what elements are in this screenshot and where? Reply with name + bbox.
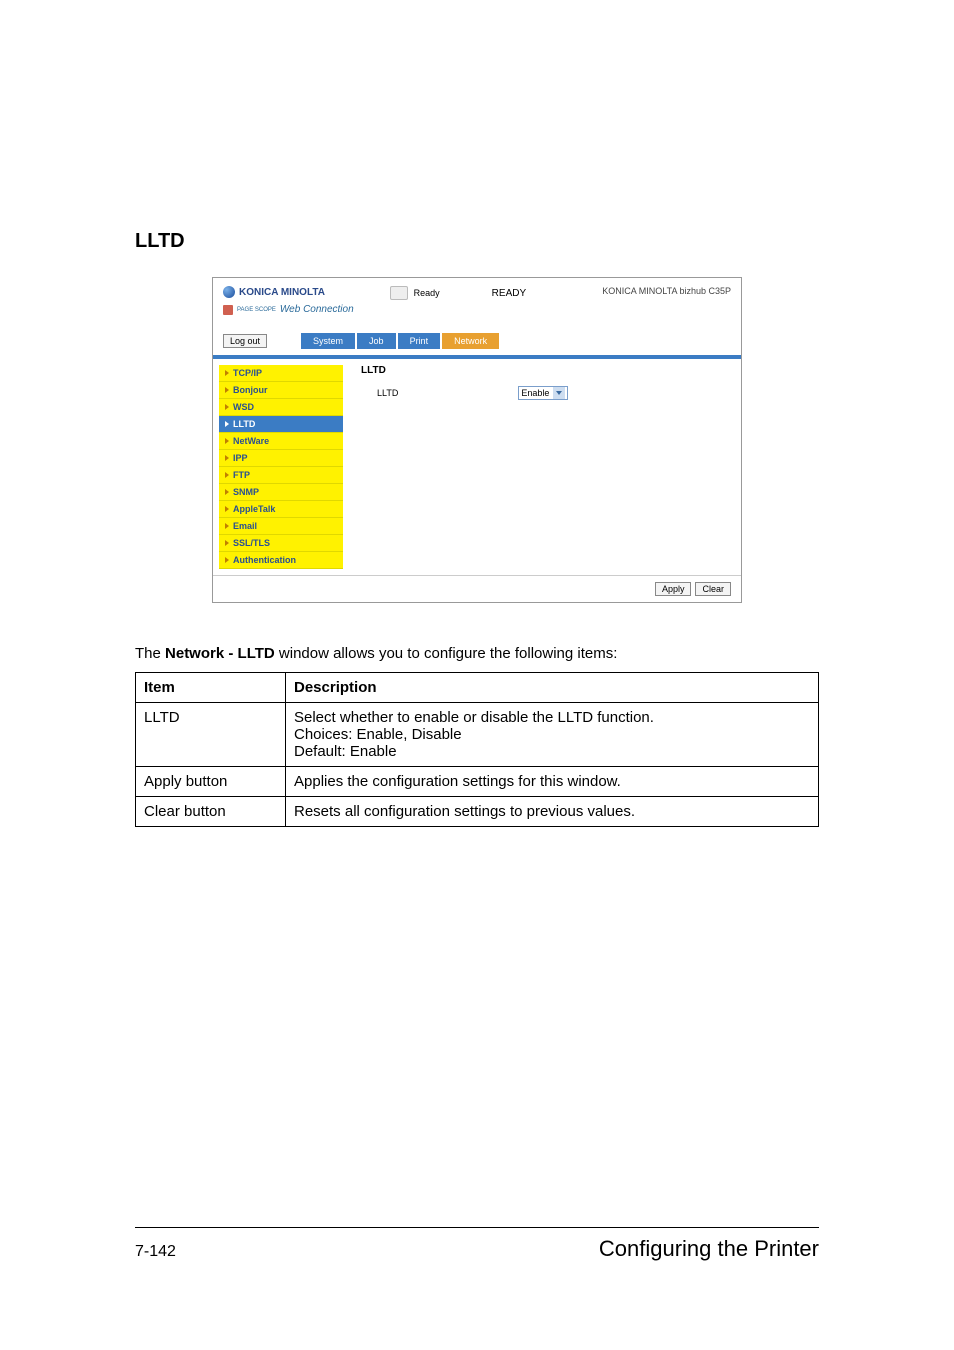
sidebar-item-label: SNMP [233, 487, 259, 497]
lead-bold: Network - LLTD [165, 645, 275, 662]
sidebar-item-ftp[interactable]: FTP [219, 467, 343, 484]
sidebar-item-label: Email [233, 521, 257, 531]
sidebar-item-authentication[interactable]: Authentication [219, 552, 343, 569]
content-row: LLTD Enable [361, 382, 729, 400]
tab-system[interactable]: System [301, 333, 355, 349]
chevron-right-icon [225, 523, 229, 529]
sidebar-item-label: SSL/TLS [233, 538, 270, 548]
ss-header-left: KONICA MINOLTA PAGE SCOPE Web Connection [223, 286, 354, 315]
table-row: LLTD Select whether to enable or disable… [136, 703, 819, 767]
content-title: LLTD [361, 365, 729, 376]
apply-button[interactable]: Apply [655, 582, 692, 596]
brand-logo: KONICA MINOLTA [223, 286, 354, 298]
chevron-right-icon [225, 455, 229, 461]
ss-footer: Apply Clear [213, 575, 741, 602]
chevron-right-icon [225, 472, 229, 478]
table-row: Clear button Resets all configuration se… [136, 797, 819, 827]
dropdown-button[interactable] [553, 387, 565, 399]
ss-body: TCP/IP Bonjour WSD LLTD NetWare IPP FTP … [213, 359, 741, 575]
cell-desc: Select whether to enable or disable the … [286, 703, 819, 767]
tabs: System Job Print Network [301, 333, 499, 349]
sidebar-item-label: LLTD [233, 419, 255, 429]
logout-row: Log out System Job Print Network [213, 333, 741, 355]
pagescope-logo: PAGE SCOPE Web Connection [223, 304, 354, 315]
tab-print[interactable]: Print [398, 333, 441, 349]
pagescope-icon [223, 305, 233, 315]
chevron-right-icon [225, 387, 229, 393]
chevron-right-icon [225, 404, 229, 410]
sidebar-item-wsd[interactable]: WSD [219, 399, 343, 416]
chevron-right-icon [225, 438, 229, 444]
cell-item: Apply button [136, 767, 286, 797]
table-row: Apply button Applies the configuration s… [136, 767, 819, 797]
lead-before: The [135, 645, 165, 662]
table-header-row: Item Description [136, 673, 819, 703]
ss-header-mid: Ready READY [390, 286, 526, 300]
content-panel: LLTD LLTD Enable [349, 359, 741, 575]
sidebar-item-tcpip[interactable]: TCP/IP [219, 365, 343, 382]
section-title: LLTD [135, 230, 819, 253]
cell-item: Clear button [136, 797, 286, 827]
sidebar-item-netware[interactable]: NetWare [219, 433, 343, 450]
chevron-down-icon [556, 391, 562, 395]
status-small: Ready [414, 288, 440, 298]
model-text: KONICA MINOLTA bizhub C35P [602, 286, 731, 296]
select-value: Enable [521, 388, 549, 398]
page-number: 7-142 [135, 1243, 176, 1261]
sidebar: TCP/IP Bonjour WSD LLTD NetWare IPP FTP … [213, 359, 349, 575]
tab-job[interactable]: Job [357, 333, 396, 349]
ss-header: KONICA MINOLTA PAGE SCOPE Web Connection… [213, 278, 741, 333]
head-desc: Description [286, 673, 819, 703]
clear-button[interactable]: Clear [695, 582, 731, 596]
spec-table: Item Description LLTD Select whether to … [135, 672, 819, 827]
sidebar-item-label: WSD [233, 402, 254, 412]
sidebar-item-ipp[interactable]: IPP [219, 450, 343, 467]
lead-after: window allows you to configure the follo… [275, 645, 618, 662]
sidebar-item-label: TCP/IP [233, 368, 262, 378]
sidebar-item-label: IPP [233, 453, 248, 463]
tab-network[interactable]: Network [442, 333, 499, 349]
pagescope-text: Web Connection [280, 304, 354, 315]
printer-icon [390, 286, 408, 300]
row-label: LLTD [377, 388, 398, 398]
chevron-right-icon [225, 370, 229, 376]
pagescope-prefix: PAGE SCOPE [237, 307, 276, 313]
chevron-right-icon [225, 506, 229, 512]
logout-button[interactable]: Log out [223, 334, 267, 348]
sidebar-item-appletalk[interactable]: AppleTalk [219, 501, 343, 518]
sidebar-item-label: AppleTalk [233, 504, 275, 514]
page-footer: 7-142 Configuring the Printer [135, 1227, 819, 1262]
sidebar-item-label: Bonjour [233, 385, 268, 395]
embedded-screenshot: KONICA MINOLTA PAGE SCOPE Web Connection… [212, 277, 742, 603]
footer-title: Configuring the Printer [599, 1236, 819, 1262]
chevron-right-icon [225, 540, 229, 546]
brand-text: KONICA MINOLTA [239, 287, 325, 298]
sidebar-item-bonjour[interactable]: Bonjour [219, 382, 343, 399]
head-item: Item [136, 673, 286, 703]
lead-text: The Network - LLTD window allows you to … [135, 645, 819, 662]
sidebar-item-snmp[interactable]: SNMP [219, 484, 343, 501]
chevron-right-icon [225, 489, 229, 495]
sidebar-item-lltd[interactable]: LLTD [219, 416, 343, 433]
sidebar-item-label: FTP [233, 470, 250, 480]
lltd-select[interactable]: Enable [518, 386, 568, 400]
sidebar-item-label: Authentication [233, 555, 296, 565]
sidebar-item-email[interactable]: Email [219, 518, 343, 535]
cell-desc: Resets all configuration settings to pre… [286, 797, 819, 827]
cell-item: LLTD [136, 703, 286, 767]
globe-icon [223, 286, 235, 298]
sidebar-item-label: NetWare [233, 436, 269, 446]
chevron-right-icon [225, 557, 229, 563]
cell-desc: Applies the configuration settings for t… [286, 767, 819, 797]
sidebar-item-ssltls[interactable]: SSL/TLS [219, 535, 343, 552]
chevron-right-icon [225, 421, 229, 427]
status-big: READY [492, 288, 526, 299]
